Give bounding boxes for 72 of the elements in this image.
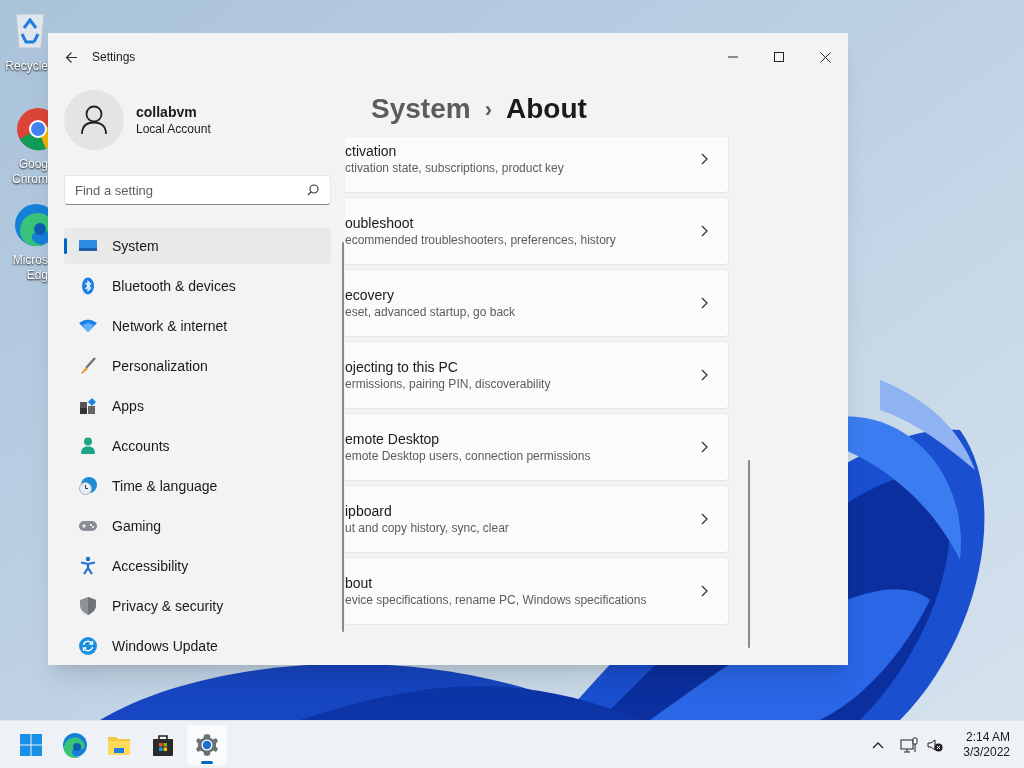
nav-item[interactable]: Network & internet [64, 308, 331, 344]
accessibility-icon [78, 556, 98, 576]
card-title: ojecting to this PC [345, 358, 459, 376]
back-arrow-icon[interactable] [65, 50, 78, 64]
card-title: ecovery [345, 286, 396, 304]
card-description: ecommended troubleshooters, preferences, history [345, 232, 617, 248]
card-description: ctivation state, subscriptions, product key [345, 160, 565, 176]
breadcrumb-parent[interactable]: System [371, 88, 471, 130]
nav-item[interactable]: Bluetooth & devices [64, 268, 331, 304]
globe-clock-icon [78, 476, 98, 496]
nav-item[interactable]: System [64, 228, 331, 264]
nav-item[interactable]: Accounts [64, 428, 331, 464]
recycle-bin-icon[interactable] [12, 10, 48, 50]
gear-taskbar-button[interactable] [187, 724, 227, 765]
edge-icon [61, 730, 89, 759]
chevron-up-icon[interactable] [872, 740, 885, 749]
window-title: Settings [92, 49, 136, 66]
nav-item[interactable]: Personalization [64, 348, 331, 384]
card-title: oubleshoot [345, 214, 415, 232]
card-description: emote Desktop users, connection permissions [345, 448, 592, 464]
chevron-right-icon [701, 225, 708, 237]
user-name: collabvm [136, 103, 198, 121]
scrollbar[interactable] [748, 460, 750, 648]
nav-item[interactable]: Privacy & security [64, 588, 331, 624]
nav-item[interactable]: Apps [64, 388, 331, 424]
settings-card[interactable]: bout evice specifications, rename PC, Windows specifications [345, 557, 729, 625]
page-title: About [505, 92, 587, 126]
chevron-right-icon [701, 441, 708, 453]
clock[interactable]: 2:14 AM 3/3/2022 [963, 729, 1010, 760]
apps-icon [78, 396, 98, 416]
card-description: ut and copy history, sync, clear [345, 520, 510, 536]
nav-item[interactable]: Windows Update [64, 628, 331, 664]
icon-label: Goog Chrom [12, 157, 48, 187]
close-icon [819, 51, 831, 63]
brush-icon [78, 356, 98, 376]
chevron-right-icon [701, 297, 708, 309]
settings-card[interactable]: ojecting to this PC ermissions, pairing PIN, discoverability [345, 341, 729, 409]
card-description: evice specifications, rename PC, Windows specifications [345, 592, 648, 608]
account-type: Local Account [136, 121, 211, 137]
nav-item[interactable]: Gaming [64, 508, 331, 544]
chevron-right-icon [701, 585, 708, 597]
nav-item[interactable]: Time & language [64, 468, 331, 504]
settings-card[interactable]: ipboard ut and copy history, sync, clear [345, 485, 729, 553]
shield-icon [78, 596, 98, 616]
settings-card[interactable]: ctivation ctivation state, subscriptions, product key [345, 137, 729, 193]
chevron-right-icon [701, 153, 708, 165]
chevron-right-icon [701, 513, 708, 525]
card-title: bout [345, 574, 374, 592]
maximize-icon [774, 52, 784, 62]
settings-card[interactable]: oubleshoot ecommended troubleshooters, preferences, history [345, 197, 729, 265]
settings-card[interactable]: ecovery eset, advanced startup, go back [345, 269, 729, 337]
icon-label: Micros Edg [12, 253, 48, 283]
scrollbar[interactable] [342, 242, 344, 632]
nav-item[interactable]: Accessibility [64, 548, 331, 584]
search-icon [307, 184, 319, 196]
search-field[interactable]: Find a setting [64, 175, 331, 205]
card-title: ipboard [345, 502, 393, 520]
breadcrumb-separator: › [484, 95, 492, 124]
icon-label: Recycle [5, 59, 48, 74]
sync-icon [78, 636, 98, 656]
card-description: ermissions, pairing PIN, discoverability [345, 376, 552, 392]
person-icon [78, 436, 98, 456]
clock-date: 3/3/2022 [963, 744, 1010, 760]
person-icon [80, 105, 108, 135]
network-icon[interactable] [900, 736, 919, 753]
chevron-right-icon [701, 369, 708, 381]
clock-time: 2:14 AM [965, 729, 1010, 745]
muted-speaker-icon[interactable] [927, 737, 944, 752]
card-title: ctivation [345, 142, 398, 160]
card-title: emote Desktop [345, 430, 441, 448]
card-description: eset, advanced startup, go back [345, 304, 517, 320]
settings-card[interactable]: emote Desktop emote Desktop users, connection permissions [345, 413, 729, 481]
